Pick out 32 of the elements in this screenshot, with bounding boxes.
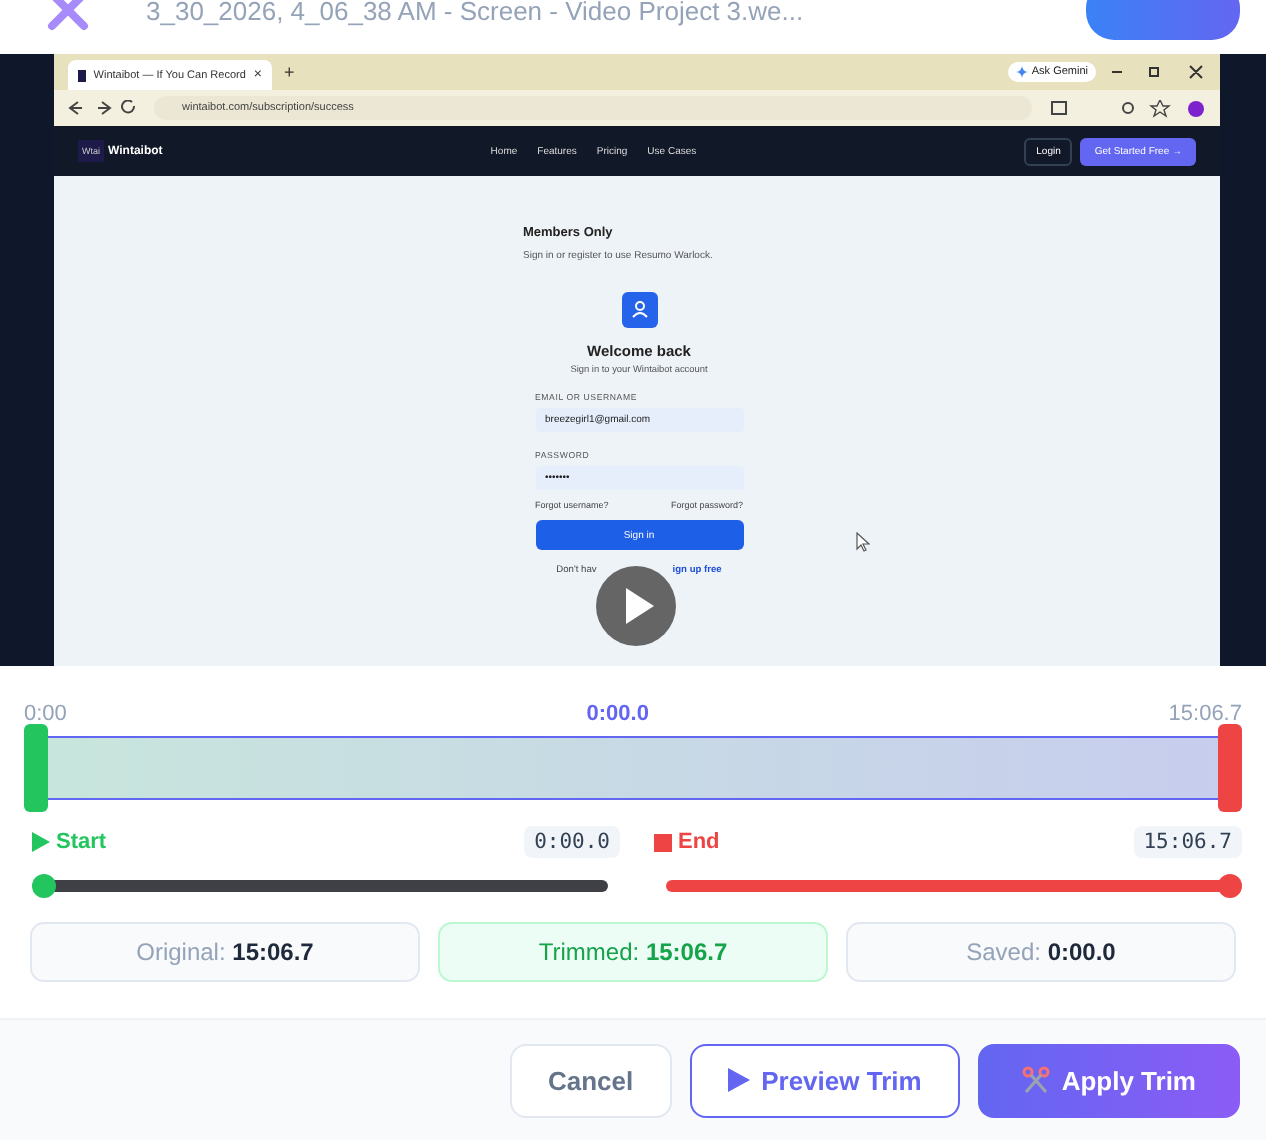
play-button[interactable] xyxy=(596,566,676,646)
stat-card: Original: 15:06.7 xyxy=(30,922,420,982)
current-time: 0:00.0 xyxy=(586,702,649,726)
cancel-button[interactable]: Cancel xyxy=(509,1043,672,1117)
start-handle[interactable] xyxy=(24,724,48,812)
toolbar-icons-drawing[interactable] xyxy=(1048,99,1208,117)
window-controls-drawing[interactable] xyxy=(1108,64,1208,80)
file-name: 3_30_2026, 4_06_38 AM - Screen - Video Project 3.we... xyxy=(146,0,806,25)
start-label: Start xyxy=(56,830,107,854)
cursor-icon xyxy=(856,532,870,552)
end-handle[interactable] xyxy=(1218,724,1242,812)
navigation-icons-drawing[interactable] xyxy=(66,100,138,116)
end-slider-thumb[interactable] xyxy=(1218,874,1242,898)
close-icon[interactable] xyxy=(44,0,92,34)
end-time-value: 15:06.7 xyxy=(1133,826,1242,858)
scissors-icon xyxy=(1021,1066,1050,1094)
sparkle-icon xyxy=(1015,66,1028,78)
start-slider-thumb[interactable] xyxy=(32,874,56,898)
site-favicon-icon xyxy=(78,69,86,81)
end-label: End xyxy=(678,830,720,854)
stat-card: Trimmed: 15:06.7 xyxy=(438,922,828,982)
end-time: 15:06.7 xyxy=(1168,702,1242,726)
start-time-value: 0:00.0 xyxy=(524,826,620,858)
play-icon xyxy=(727,1068,750,1092)
new-tab-button[interactable]: + xyxy=(284,62,295,82)
start-time: 0:00 xyxy=(24,702,67,726)
play-icon xyxy=(32,832,50,852)
stat-card: Saved: 0:00.0 xyxy=(846,922,1236,982)
apply-trim-button[interactable]: Apply Trim xyxy=(977,1043,1240,1117)
stop-icon xyxy=(654,833,672,851)
user-icon xyxy=(621,292,657,328)
preview-trim-button[interactable]: Preview Trim xyxy=(689,1043,960,1117)
